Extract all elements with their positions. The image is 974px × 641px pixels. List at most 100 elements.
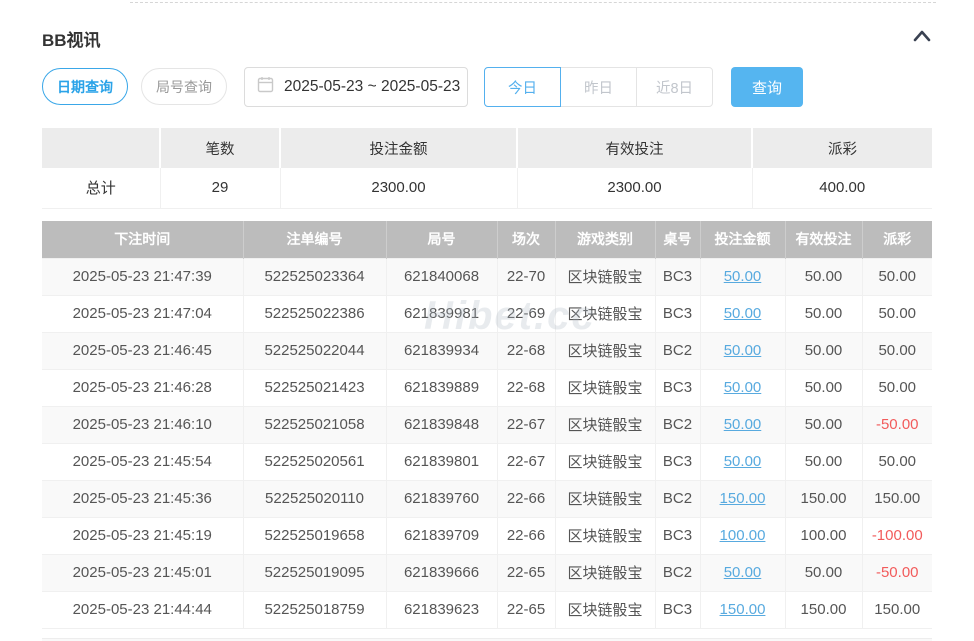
bet-time-cell: 2025-05-23 21:45:01 (42, 554, 243, 591)
today-button[interactable]: 今日 (484, 67, 561, 107)
valid-bet-cell: 50.00 (785, 443, 862, 480)
session-cell: 22-69 (497, 295, 555, 332)
table-row: 2025-05-23 21:46:28522525021423621839889… (42, 369, 932, 406)
section-divider (130, 2, 936, 3)
bet-time-cell: 2025-05-23 21:47:04 (42, 295, 243, 332)
table-no-cell: BC2 (655, 480, 700, 517)
header-order-no: 注单编号 (243, 221, 386, 258)
yesterday-button[interactable]: 昨日 (560, 67, 637, 107)
bet-time-cell: 2025-05-23 21:45:54 (42, 443, 243, 480)
bet-amount-cell: 50.00 (700, 258, 785, 295)
round-query-tab[interactable]: 局号查询 (141, 68, 227, 105)
collapse-panel-button[interactable] (908, 24, 936, 50)
search-button[interactable]: 查询 (731, 67, 803, 107)
table-row: 2025-05-23 21:45:19522525019658621839709… (42, 517, 932, 554)
bet-amount-cell: 50.00 (700, 554, 785, 591)
bet-amount-cell: 50.00 (700, 295, 785, 332)
payout-cell: 50.00 (862, 443, 932, 480)
bet-amount-cell: 50.00 (700, 332, 785, 369)
header-bet-amount: 投注金额 (700, 221, 785, 258)
bet-time-cell: 2025-05-23 21:46:45 (42, 332, 243, 369)
payout-cell: 150.00 (862, 591, 932, 628)
table-no-cell: BC3 (655, 295, 700, 332)
date-query-tab[interactable]: 日期查询 (42, 68, 128, 105)
session-cell: 22-66 (497, 517, 555, 554)
table-no-cell: BC3 (655, 258, 700, 295)
round-no-cell: 621840068 (386, 258, 497, 295)
summary-bet-amount-value: 2300.00 (280, 168, 517, 208)
summary-header-valid-bet: 有效投注 (517, 128, 752, 168)
summary-payout-value: 400.00 (752, 168, 932, 208)
bet-amount-cell: 50.00 (700, 406, 785, 443)
session-cell: 22-67 (497, 406, 555, 443)
round-no-cell: 621839889 (386, 369, 497, 406)
bet-amount-link[interactable]: 50.00 (724, 268, 762, 285)
order-no-cell: 522525020110 (243, 480, 386, 517)
date-range-input[interactable]: 2025-05-23 ~ 2025-05-23 (244, 67, 468, 107)
game-type-cell: 区块链骰宝 (555, 332, 655, 369)
bet-amount-link[interactable]: 50.00 (724, 564, 762, 581)
bet-records-table: 下注时间 注单编号 局号 场次 游戏类别 桌号 投注金额 有效投注 派彩 202… (42, 221, 932, 629)
session-cell: 22-68 (497, 369, 555, 406)
header-bet-time: 下注时间 (42, 221, 243, 258)
bet-time-cell: 2025-05-23 21:44:44 (42, 591, 243, 628)
session-cell: 22-68 (497, 332, 555, 369)
valid-bet-cell: 50.00 (785, 406, 862, 443)
header-game-type: 游戏类别 (555, 221, 655, 258)
bet-amount-link[interactable]: 150.00 (720, 601, 766, 618)
order-no-cell: 522525019095 (243, 554, 386, 591)
table-no-cell: BC2 (655, 332, 700, 369)
valid-bet-cell: 50.00 (785, 295, 862, 332)
valid-bet-cell: 100.00 (785, 517, 862, 554)
summary-header-bet-amount: 投注金额 (280, 128, 517, 168)
header-payout: 派彩 (862, 221, 932, 258)
summary-header-payout: 派彩 (752, 128, 932, 168)
round-no-cell: 621839760 (386, 480, 497, 517)
last8days-button[interactable]: 近8日 (636, 67, 713, 107)
bet-amount-link[interactable]: 150.00 (720, 490, 766, 507)
game-type-cell: 区块链骰宝 (555, 443, 655, 480)
table-no-cell: BC3 (655, 517, 700, 554)
bet-amount-cell: 150.00 (700, 591, 785, 628)
bet-time-cell: 2025-05-23 21:45:36 (42, 480, 243, 517)
order-no-cell: 522525023364 (243, 258, 386, 295)
session-cell: 22-65 (497, 554, 555, 591)
bet-amount-link[interactable]: 50.00 (724, 305, 762, 322)
round-no-cell: 621839981 (386, 295, 497, 332)
table-no-cell: BC2 (655, 406, 700, 443)
bet-amount-link[interactable]: 50.00 (724, 453, 762, 470)
payout-cell: 150.00 (862, 480, 932, 517)
page-title: BB视讯 (42, 26, 101, 51)
round-no-cell: 621839848 (386, 406, 497, 443)
game-type-cell: 区块链骰宝 (555, 517, 655, 554)
payout-cell: 50.00 (862, 369, 932, 406)
valid-bet-cell: 150.00 (785, 591, 862, 628)
game-type-cell: 区块链骰宝 (555, 258, 655, 295)
summary-total-label: 总计 (42, 168, 160, 208)
game-type-cell: 区块链骰宝 (555, 591, 655, 628)
summary-valid-bet-value: 2300.00 (517, 168, 752, 208)
round-no-cell: 621839623 (386, 591, 497, 628)
bet-amount-link[interactable]: 50.00 (724, 379, 762, 396)
bet-amount-link[interactable]: 100.00 (720, 527, 766, 544)
bet-amount-link[interactable]: 50.00 (724, 342, 762, 359)
bet-time-cell: 2025-05-23 21:46:10 (42, 406, 243, 443)
bet-amount-cell: 50.00 (700, 369, 785, 406)
order-no-cell: 522525022386 (243, 295, 386, 332)
summary-total-row: 总计 29 2300.00 2300.00 400.00 (42, 168, 932, 208)
bet-amount-link[interactable]: 50.00 (724, 416, 762, 433)
table-row: 2025-05-23 21:47:39522525023364621840068… (42, 258, 932, 295)
table-row: 2025-05-23 21:46:45522525022044621839934… (42, 332, 932, 369)
table-row: 2025-05-23 21:46:10522525021058621839848… (42, 406, 932, 443)
table-row: 2025-05-23 21:45:54522525020561621839801… (42, 443, 932, 480)
session-cell: 22-66 (497, 480, 555, 517)
chevron-up-icon (910, 35, 934, 50)
game-type-cell: 区块链骰宝 (555, 295, 655, 332)
round-no-cell: 621839934 (386, 332, 497, 369)
game-type-cell: 区块链骰宝 (555, 369, 655, 406)
payout-cell: 50.00 (862, 295, 932, 332)
bet-amount-cell: 100.00 (700, 517, 785, 554)
valid-bet-cell: 50.00 (785, 258, 862, 295)
header-round-no: 局号 (386, 221, 497, 258)
game-type-cell: 区块链骰宝 (555, 554, 655, 591)
